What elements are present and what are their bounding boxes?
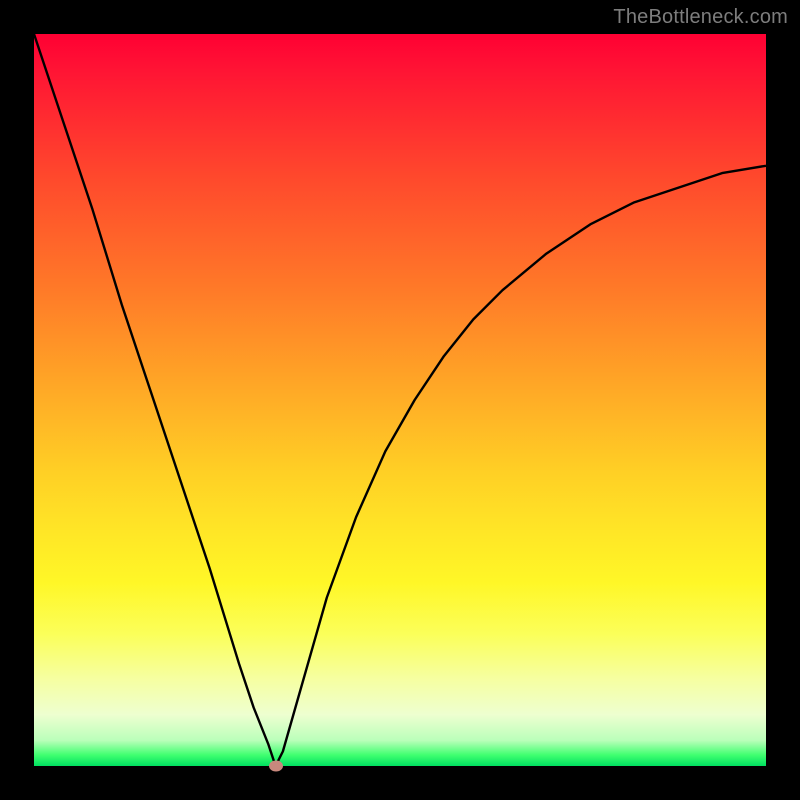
optimal-point-marker — [269, 761, 283, 772]
watermark-text: TheBottleneck.com — [613, 6, 788, 29]
plot-area — [34, 34, 766, 766]
